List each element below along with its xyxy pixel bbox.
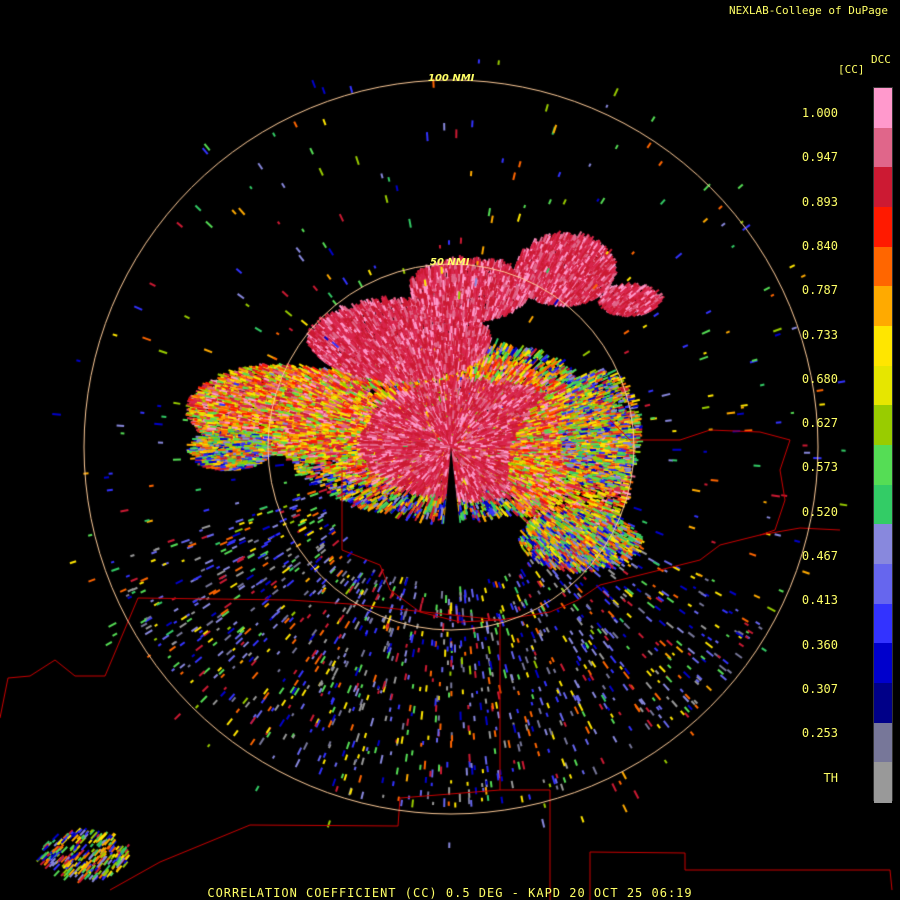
color-scale-tick-label: 1.000	[801, 106, 838, 120]
color-scale-bar	[873, 87, 893, 803]
color-scale-segment	[874, 286, 892, 327]
legend-abbreviation: DCC	[871, 53, 891, 66]
color-scale-segment	[874, 88, 892, 129]
color-scale-segment	[874, 683, 892, 724]
color-scale-segment	[874, 167, 892, 208]
color-scale-segment	[874, 405, 892, 446]
color-scale-segment	[874, 722, 892, 764]
color-scale-segment	[874, 365, 892, 407]
color-scale-tick-label: 0.467	[801, 549, 838, 563]
range-ring-100-label: 100 NMI	[428, 73, 475, 84]
color-scale-tick-label: 0.360	[801, 637, 838, 652]
color-scale-segment	[874, 445, 892, 486]
color-scale-tick-label: 0.627	[801, 416, 838, 431]
radar-map	[0, 0, 900, 900]
color-scale-tick-label: 0.680	[801, 371, 838, 386]
color-scale-tick-label: 0.573	[801, 460, 838, 475]
legend-unit: [CC]	[838, 63, 865, 76]
color-scale-segment	[874, 762, 892, 803]
color-scale-tick-label: 0.253	[801, 726, 838, 741]
color-scale-segment	[874, 484, 892, 526]
color-scale-tick-label: 0.787	[801, 283, 838, 298]
color-scale-segment	[874, 643, 892, 684]
color-scale-tick-label: TH	[823, 770, 838, 785]
product-footer: CORRELATION COEFFICIENT (CC) 0.5 DEG - K…	[207, 886, 693, 900]
color-scale-tick-label: 0.733	[801, 327, 838, 342]
credit-label: NEXLAB-College of DuPage	[729, 4, 888, 17]
color-scale-tick-label: 0.520	[801, 504, 838, 519]
color-scale-tick-label: 0.893	[801, 194, 838, 209]
range-ring-50-label: 50 NMI	[430, 257, 470, 268]
color-scale-segment	[874, 207, 892, 248]
color-scale-segment	[874, 326, 892, 367]
color-scale-tick-label: 0.413	[801, 593, 838, 608]
color-scale-tick-label: 0.840	[801, 238, 838, 253]
color-scale-segment	[874, 524, 892, 565]
color-scale-tick-label: 0.307	[801, 681, 838, 696]
color-scale-tick-label: 0.947	[801, 150, 838, 165]
color-scale-segment	[874, 603, 892, 645]
color-scale-segment	[874, 127, 892, 169]
color-scale-segment	[874, 564, 892, 605]
color-scale-segment	[874, 246, 892, 288]
